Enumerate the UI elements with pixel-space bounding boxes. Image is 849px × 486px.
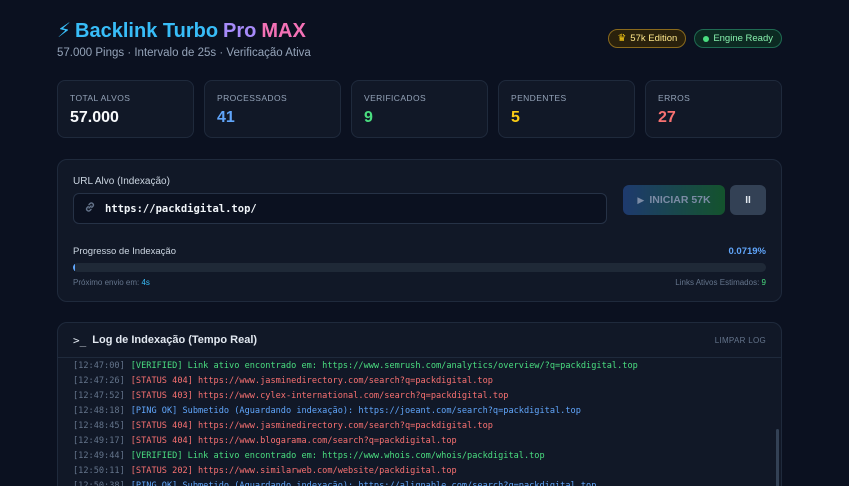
log-entry: [12:50:38] [PING OK] Submetido (Aguardand…	[73, 479, 768, 486]
header-badges: ♛ 57k Edition Engine Ready	[608, 29, 782, 48]
log-header: >_ Log de Indexação (Tempo Real) LIMPAR …	[58, 323, 781, 358]
stat-label: PENDENTES	[511, 93, 567, 103]
log-entry: [12:50:11] [STATUS 202] https://www.simil…	[73, 464, 768, 479]
log-timestamp: [12:47:52]	[73, 391, 125, 401]
terminal-icon: >_	[73, 333, 87, 347]
play-icon: ▶	[637, 194, 645, 205]
pause-button[interactable]: II	[730, 185, 766, 215]
progress-bar	[73, 263, 766, 272]
stat-processed: PROCESSADOS 41	[204, 80, 341, 138]
next-send-value: 4s	[141, 278, 150, 287]
links-estimated-value: 9	[761, 278, 766, 287]
links-estimated-label: Links Ativos Estimados:	[675, 278, 760, 287]
log-message: [STATUS 403] https://www.cylex-internati…	[130, 391, 509, 401]
control-panel: URL Alvo (Indexação) https://packdigital…	[57, 159, 782, 302]
start-button-label: INICIAR 57K	[649, 194, 711, 206]
stat-errors: ERROS 27	[645, 80, 782, 138]
crown-icon: ♛	[617, 33, 627, 44]
log-entry: [12:47:26] [STATUS 404] https://www.jasmi…	[73, 374, 768, 389]
links-estimated: Links Ativos Estimados: 9	[675, 278, 766, 287]
clear-log-button[interactable]: LIMPAR LOG	[715, 336, 766, 345]
log-message: [PING OK] Submetido (Aguardando indexaçã…	[130, 481, 597, 486]
bolt-icon: ⚡	[57, 20, 72, 42]
edition-badge-label: 57k Edition	[630, 33, 678, 44]
stats-row: TOTAL ALVOS 57.000 PROCESSADOS 41 VERIFI…	[57, 80, 782, 138]
stat-label: ERROS	[658, 93, 691, 103]
log-message: [STATUS 404] https://www.jasminedirector…	[130, 376, 493, 386]
log-panel: >_ Log de Indexação (Tempo Real) LIMPAR …	[57, 322, 782, 486]
engine-status-badge: Engine Ready	[694, 29, 782, 48]
log-message: [STATUS 404] https://www.blogarama.com/s…	[130, 436, 457, 446]
log-entry: [12:48:18] [PING OK] Submetido (Aguardand…	[73, 404, 768, 419]
status-dot-icon	[703, 35, 710, 42]
pause-icon: II	[745, 194, 751, 206]
stat-value: 41	[217, 109, 235, 126]
next-send: Próximo envio em: 4s	[73, 278, 150, 287]
log-message: [VERIFIED] Link ativo encontrado em: htt…	[130, 451, 545, 461]
link-icon	[84, 201, 96, 216]
start-button[interactable]: ▶ INICIAR 57K	[623, 185, 725, 215]
progress-percent: 0.0719%	[728, 246, 766, 257]
url-input[interactable]: https://packdigital.top/	[73, 193, 607, 224]
stat-label: TOTAL ALVOS	[70, 93, 131, 103]
url-input-value: https://packdigital.top/	[105, 202, 257, 215]
log-timestamp: [12:48:18]	[73, 406, 125, 416]
stat-verified: VERIFICADOS 9	[351, 80, 488, 138]
progress-label: Progresso de Indexação	[73, 246, 176, 257]
engine-status-label: Engine Ready	[713, 33, 773, 44]
edition-badge: ♛ 57k Edition	[608, 29, 687, 48]
log-entry: [12:47:52] [STATUS 403] https://www.cylex…	[73, 389, 768, 404]
log-timestamp: [12:50:38]	[73, 481, 125, 486]
url-label: URL Alvo (Indexação)	[73, 176, 170, 187]
log-timestamp: [12:48:45]	[73, 421, 125, 431]
log-list: [12:47:00] [VERIFIED] Link ativo encontra…	[73, 359, 768, 486]
stat-label: VERIFICADOS	[364, 93, 427, 103]
app-header: ⚡ Backlink Turbo Pro MAX 57.000 Pings · …	[57, 18, 782, 62]
stat-value: 9	[364, 109, 373, 126]
log-message: [STATUS 202] https://www.similarweb.com/…	[130, 466, 457, 476]
stat-value: 57.000	[70, 109, 119, 126]
log-title: Log de Indexação (Tempo Real)	[92, 334, 258, 346]
log-timestamp: [12:49:44]	[73, 451, 125, 461]
log-timestamp: [12:47:00]	[73, 361, 125, 371]
log-timestamp: [12:49:17]	[73, 436, 125, 446]
log-timestamp: [12:50:11]	[73, 466, 125, 476]
log-message: [STATUS 404] https://www.jasminedirector…	[130, 421, 493, 431]
log-message: [VERIFIED] Link ativo encontrado em: htt…	[130, 361, 638, 371]
stat-pending: PENDENTES 5	[498, 80, 635, 138]
log-timestamp: [12:47:26]	[73, 376, 125, 386]
next-send-label: Próximo envio em:	[73, 278, 140, 287]
log-entry: [12:47:00] [VERIFIED] Link ativo encontra…	[73, 359, 768, 374]
stat-total: TOTAL ALVOS 57.000	[57, 80, 194, 138]
log-message: [PING OK] Submetido (Aguardando indexaçã…	[130, 406, 581, 416]
title-part-1: Backlink Turbo	[75, 20, 219, 42]
app-subtitle: 57.000 Pings · Intervalo de 25s · Verifi…	[57, 47, 311, 59]
title-part-2: Pro	[223, 20, 257, 42]
stat-value: 27	[658, 109, 676, 126]
title-part-3: MAX	[261, 20, 306, 42]
progress-fill	[73, 263, 75, 272]
log-entry: [12:49:17] [STATUS 404] https://www.bloga…	[73, 434, 768, 449]
stat-label: PROCESSADOS	[217, 93, 288, 103]
log-entry: [12:48:45] [STATUS 404] https://www.jasmi…	[73, 419, 768, 434]
log-scrollbar[interactable]	[776, 429, 779, 486]
stat-value: 5	[511, 109, 520, 126]
log-entry: [12:49:44] [VERIFIED] Link ativo encontra…	[73, 449, 768, 464]
